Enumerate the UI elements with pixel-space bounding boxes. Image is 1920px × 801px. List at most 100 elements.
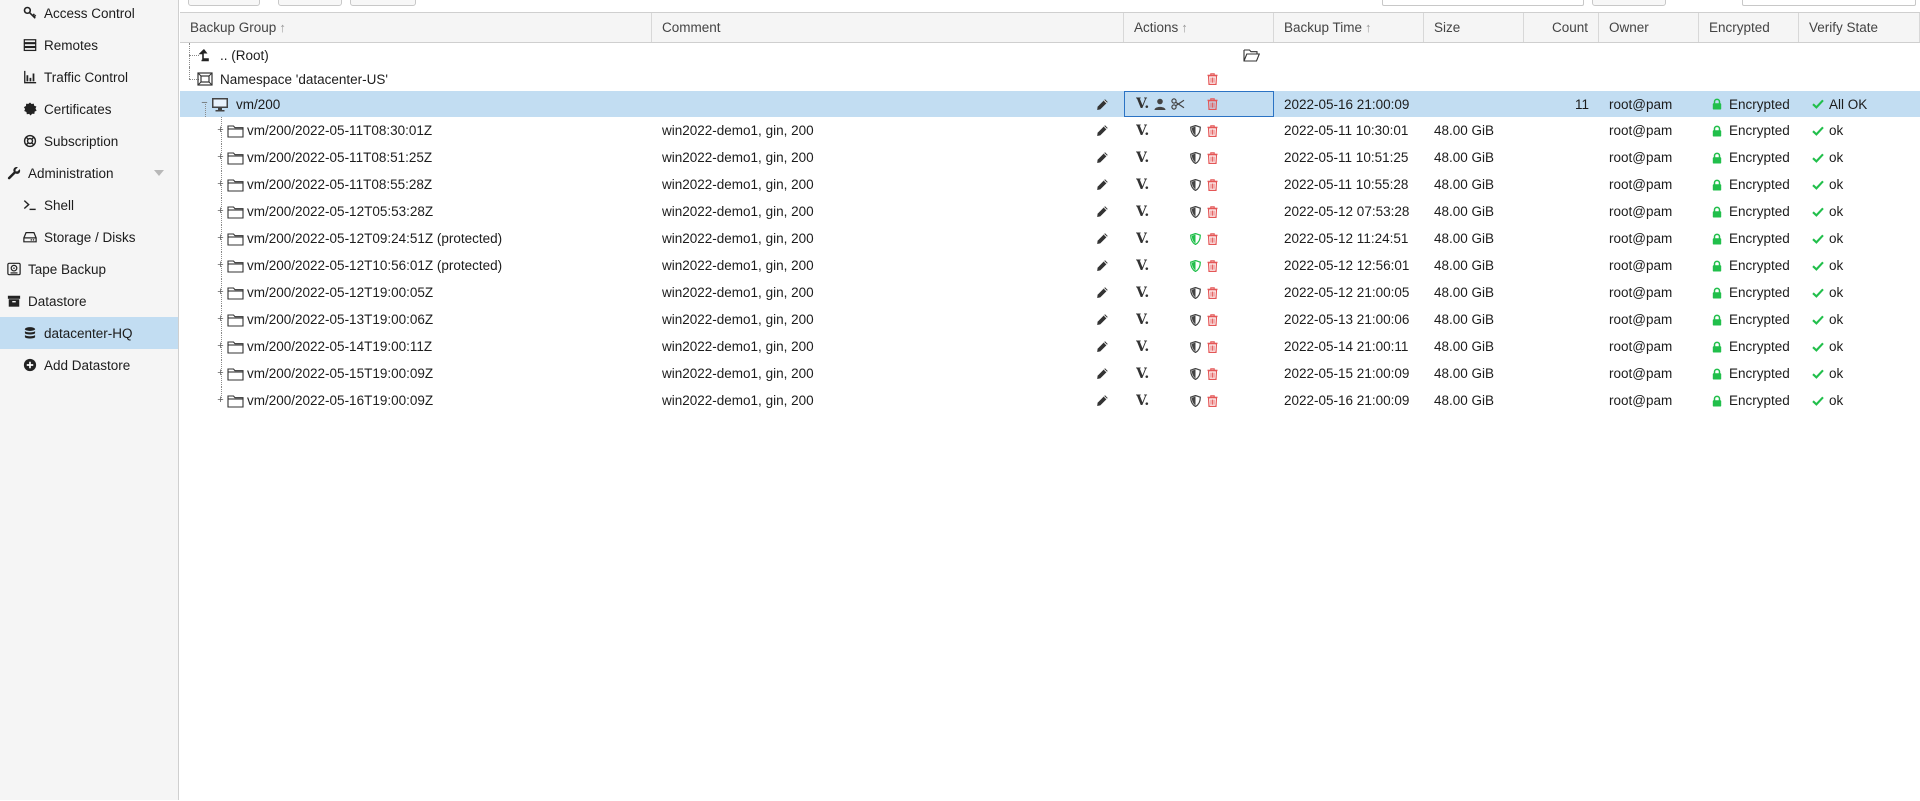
toolbar-button-3[interactable] [350,0,416,6]
column-header-encrypted[interactable]: Encrypted [1699,13,1799,42]
verify-button[interactable]: V. [1136,387,1156,414]
protect-shield-icon[interactable] [1190,279,1201,306]
snapshot-row[interactable]: + vm/200/2022-05-11T08:30:01Z win2022-demo… [180,117,1920,144]
prune-icon[interactable] [1171,91,1185,117]
tree-row-root[interactable]: .. (Root) [180,43,1920,67]
edit-icon[interactable] [1096,360,1109,387]
collapse-icon[interactable]: − [200,98,209,109]
delete-icon[interactable] [1207,306,1218,333]
edit-icon[interactable] [1096,279,1109,306]
expand-icon[interactable]: + [216,395,225,406]
delete-icon[interactable] [1207,252,1218,279]
delete-icon[interactable] [1207,67,1218,91]
protect-shield-icon[interactable] [1190,306,1201,333]
column-header-verify-state[interactable]: Verify State [1799,13,1920,42]
snapshot-row[interactable]: + vm/200/2022-05-14T19:00:11Z win2022-demo… [180,333,1920,360]
protect-shield-icon[interactable] [1190,387,1201,414]
snapshot-row[interactable]: + vm/200/2022-05-16T19:00:09Z win2022-demo… [180,387,1920,414]
verify-button[interactable]: V. [1136,252,1156,279]
verify-button[interactable]: V. [1136,279,1156,306]
expand-icon[interactable]: + [216,206,225,217]
sidebar-item-traffic-control[interactable]: Traffic Control [0,61,178,93]
verify-button[interactable]: V. [1136,360,1156,387]
expand-icon[interactable]: + [216,314,225,325]
protect-shield-icon[interactable] [1190,171,1201,198]
protect-shield-icon[interactable] [1190,144,1201,171]
snapshot-row[interactable]: + vm/200/2022-05-11T08:51:25Z win2022-demo… [180,144,1920,171]
delete-icon[interactable] [1207,333,1218,360]
expand-icon[interactable]: + [216,341,225,352]
expand-icon[interactable]: + [216,368,225,379]
delete-icon[interactable] [1207,144,1218,171]
edit-icon[interactable] [1096,252,1109,279]
sidebar-item-access-control[interactable]: Access Control [0,0,178,29]
column-header-comment[interactable]: Comment [652,13,1124,42]
edit-icon[interactable] [1096,387,1109,414]
protect-shield-icon[interactable] [1190,333,1201,360]
delete-icon[interactable] [1207,171,1218,198]
delete-icon[interactable] [1207,387,1218,414]
snapshot-row[interactable]: + vm/200/2022-05-13T19:00:06Z win2022-demo… [180,306,1920,333]
column-header-backup-time[interactable]: Backup Time ↑ [1274,13,1424,42]
delete-icon[interactable] [1207,360,1218,387]
toolbar-button-2[interactable] [278,0,342,6]
snapshot-row[interactable]: + vm/200/2022-05-15T19:00:09Z win2022-demo… [180,360,1920,387]
protect-shield-icon[interactable] [1190,198,1201,225]
delete-icon[interactable] [1207,91,1218,117]
protected-shield-icon[interactable] [1190,225,1201,252]
verify-button[interactable]: V. [1136,225,1156,252]
sidebar-item-storage-disks[interactable]: Storage / Disks [0,221,178,253]
column-header-count[interactable]: Count [1524,13,1599,42]
edit-icon[interactable] [1096,198,1109,225]
sidebar-item-subscription[interactable]: Subscription [0,125,178,157]
delete-icon[interactable] [1207,198,1218,225]
edit-icon[interactable] [1096,306,1109,333]
expand-icon[interactable]: + [216,179,225,190]
expand-icon[interactable]: + [216,260,225,271]
column-header-backup-group[interactable]: Backup Group ↑ [180,13,652,42]
column-header-actions[interactable]: Actions ↑ [1124,13,1274,42]
change-owner-icon[interactable] [1154,91,1166,117]
verify-button[interactable]: V. [1136,144,1156,171]
edit-icon[interactable] [1096,117,1109,144]
expand-icon[interactable]: + [216,287,225,298]
toolbar-field-1[interactable] [1382,0,1584,6]
sidebar-item-certificates[interactable]: Certificates [0,93,178,125]
open-folder-icon[interactable] [1243,43,1260,67]
sidebar-item-tape-backup[interactable]: Tape Backup [0,253,178,285]
verify-button[interactable]: V. [1136,306,1156,333]
tree-row-namespace[interactable]: Namespace 'datacenter-US' [180,67,1920,91]
column-header-owner[interactable]: Owner [1599,13,1699,42]
verify-button[interactable]: V. [1136,171,1156,198]
edit-icon[interactable] [1096,225,1109,252]
verify-button[interactable]: V. [1136,333,1156,360]
edit-icon[interactable] [1096,91,1109,117]
delete-icon[interactable] [1207,225,1218,252]
protect-shield-icon[interactable] [1190,117,1201,144]
column-header-size[interactable]: Size [1424,13,1524,42]
edit-icon[interactable] [1096,171,1109,198]
protected-shield-icon[interactable] [1190,252,1201,279]
verify-button[interactable]: V. [1136,198,1156,225]
tree-row-backup-group[interactable]: − vm/200 V. 2022-05-16 21:00:09 11 root@pam En… [180,91,1920,117]
delete-icon[interactable] [1207,279,1218,306]
toolbar-button-1[interactable] [188,0,260,6]
toolbar-field-2[interactable] [1742,0,1916,6]
sidebar-item-shell[interactable]: Shell [0,189,178,221]
expand-icon[interactable]: + [216,125,225,136]
snapshot-row[interactable]: + vm/200/2022-05-12T19:00:05Z win2022-demo… [180,279,1920,306]
edit-icon[interactable] [1096,144,1109,171]
snapshot-row[interactable]: + vm/200/2022-05-12T05:53:28Z win2022-demo… [180,198,1920,225]
sidebar-item-remotes[interactable]: Remotes [0,29,178,61]
expand-icon[interactable]: + [216,233,225,244]
toolbar-button-4[interactable] [1592,0,1666,6]
sidebar-item-datastore[interactable]: Datastore [0,285,178,317]
sidebar-item-add-datastore[interactable]: Add Datastore [0,349,178,381]
collapse-arrow-icon[interactable] [154,170,164,176]
edit-icon[interactable] [1096,333,1109,360]
sidebar-item-administration[interactable]: Administration [0,157,178,189]
sidebar-item-datacenter-hq[interactable]: datacenter-HQ [0,317,178,349]
snapshot-row[interactable]: + vm/200/2022-05-12T09:24:51Z (protected)… [180,225,1920,252]
snapshot-row[interactable]: + vm/200/2022-05-12T10:56:01Z (protected)… [180,252,1920,279]
snapshot-row[interactable]: + vm/200/2022-05-11T08:55:28Z win2022-demo… [180,171,1920,198]
